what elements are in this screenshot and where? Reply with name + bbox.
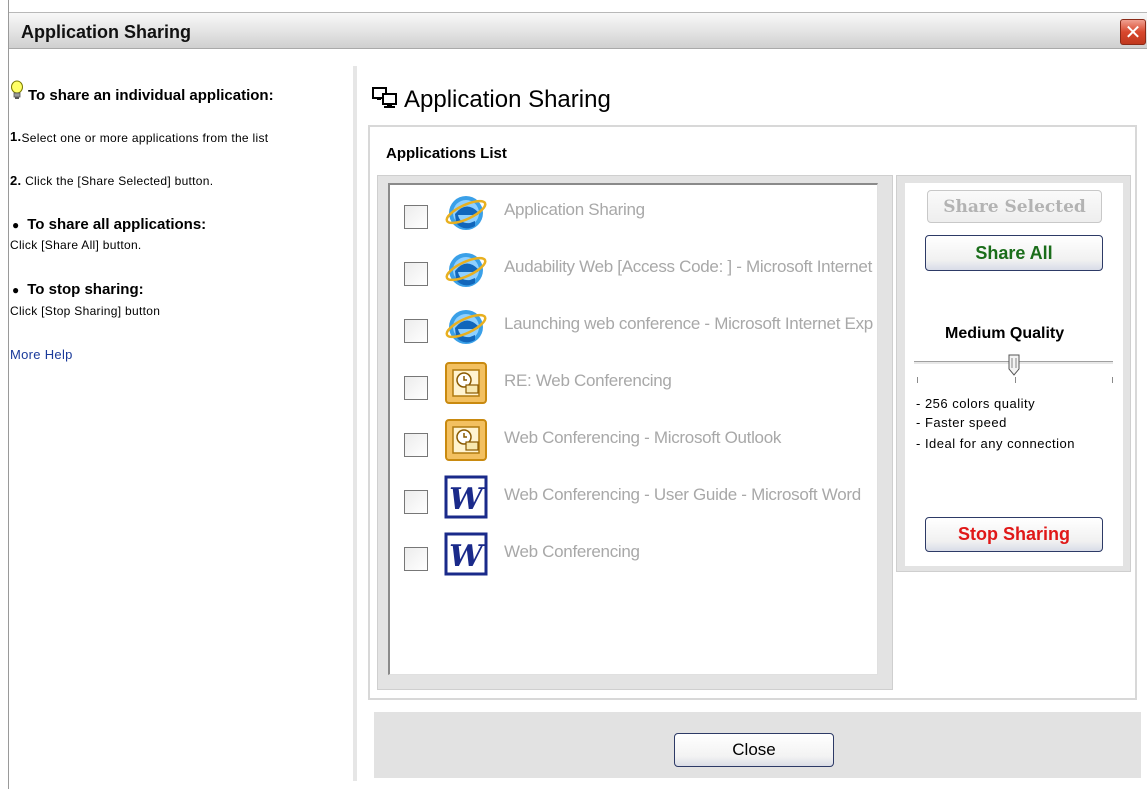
outlook-icon <box>444 418 488 462</box>
application-checkbox[interactable] <box>404 433 428 457</box>
help-step-1-text: Select one or more applications from the… <box>21 131 269 145</box>
list-item[interactable]: Web Conferencing - Microsoft Outlook <box>404 418 874 468</box>
help-step-2-text: Click the [Share Selected] button. <box>21 174 214 188</box>
application-name: Web Conferencing <box>504 542 640 561</box>
svg-text:W: W <box>449 482 486 517</box>
share-all-button[interactable]: Share All <box>925 235 1103 271</box>
help-individual-heading: To share an individual application: <box>10 80 330 105</box>
help-step-1: 1. Select one or more applications from … <box>10 129 351 147</box>
list-item[interactable]: Launching web conference - Microsoft Int… <box>404 304 874 354</box>
application-name: Audability Web [Access Code: ] - Microso… <box>504 257 874 276</box>
quality-desc-line: - Ideal for any connection <box>916 436 1075 451</box>
list-item[interactable]: W Web Conferencing - User Guide - Microso… <box>404 475 874 525</box>
list-item[interactable]: RE: Web Conferencing <box>404 361 874 411</box>
svg-text:W: W <box>449 539 486 574</box>
help-stop-heading: ● To stop sharing: <box>10 281 144 298</box>
list-item[interactable]: Application Sharing <box>404 190 874 240</box>
help-step-2: 2. Click the [Share Selected] button. <box>10 173 213 188</box>
outlook-icon <box>444 361 488 405</box>
help-all-text: Click [Share All] button. <box>10 238 142 252</box>
help-step-2-number: 2. <box>10 173 22 188</box>
help-stop-heading-text: To stop sharing: <box>27 281 144 298</box>
lightbulb-icon <box>11 80 23 99</box>
bullet-icon: ● <box>12 283 20 297</box>
window-close-button[interactable]: ✕ <box>1120 19 1146 45</box>
word-icon: W <box>444 475 488 519</box>
word-icon: W <box>444 532 488 576</box>
ie-icon <box>444 304 488 348</box>
help-all-heading: ● To share all applications: <box>10 216 206 233</box>
application-checkbox[interactable] <box>404 376 428 400</box>
application-sharing-icon <box>372 87 397 108</box>
application-name: Web Conferencing - Microsoft Outlook <box>504 428 782 447</box>
application-checkbox[interactable] <box>404 547 428 571</box>
applications-list-label: Applications List <box>386 145 507 162</box>
application-name: Web Conferencing - User Guide - Microsof… <box>504 485 861 504</box>
page-title-text: Application Sharing <box>404 86 611 113</box>
slider-tick <box>917 377 918 383</box>
quality-slider-thumb[interactable] <box>1008 354 1020 376</box>
ie-icon <box>444 247 488 291</box>
slider-tick <box>1015 377 1016 383</box>
panel-divider <box>353 66 357 781</box>
application-checkbox[interactable] <box>404 319 428 343</box>
more-help-link[interactable]: More Help <box>10 347 73 362</box>
slider-tick <box>1112 377 1113 383</box>
title-bar: Application Sharing ✕ <box>9 12 1147 49</box>
application-checkbox[interactable] <box>404 262 428 286</box>
bullet-icon: ● <box>12 218 20 232</box>
stop-sharing-button[interactable]: Stop Sharing <box>925 517 1103 552</box>
list-item[interactable]: W Web Conferencing <box>404 532 874 582</box>
list-item[interactable]: Audability Web [Access Code: ] - Microso… <box>404 247 874 297</box>
close-button[interactable]: Close <box>674 733 834 767</box>
page-title: Application Sharing <box>372 86 611 114</box>
window-title: Application Sharing <box>21 22 192 42</box>
quality-desc-line: - Faster speed <box>916 415 1007 430</box>
application-checkbox[interactable] <box>404 490 428 514</box>
help-all-heading-text: To share all applications: <box>27 216 207 233</box>
quality-desc-line: - 256 colors quality <box>916 396 1036 411</box>
help-step-1-number: 1. <box>10 129 22 144</box>
share-selected-button[interactable]: Share Selected <box>927 190 1102 223</box>
quality-label: Medium Quality <box>945 325 1065 342</box>
application-checkbox[interactable] <box>404 205 428 229</box>
help-stop-text: Click [Stop Sharing] button <box>10 304 161 318</box>
application-name: Launching web conference - Microsoft Int… <box>504 314 874 333</box>
application-name: Application Sharing <box>504 200 645 219</box>
help-individual-heading-text: To share an individual application: <box>28 87 274 104</box>
application-name: RE: Web Conferencing <box>504 371 672 390</box>
ie-icon <box>444 190 488 234</box>
